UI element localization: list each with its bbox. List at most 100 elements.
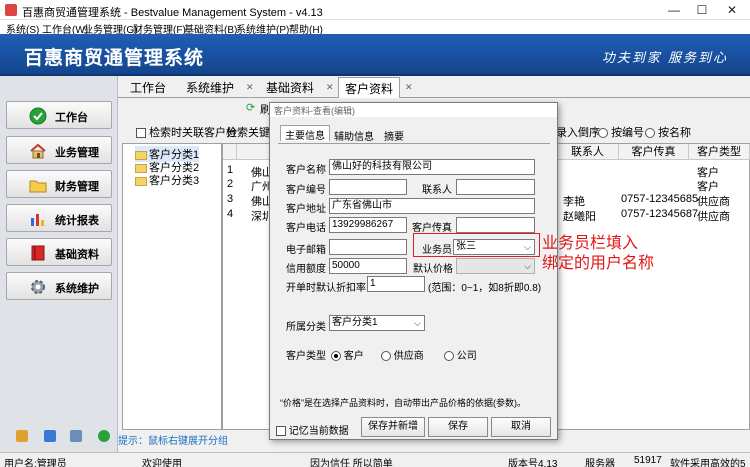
- status-welcome: 欢迎使用: [142, 459, 182, 467]
- nav-basic-data[interactable]: 基础资料: [6, 238, 112, 266]
- discount-label: 开单时默认折扣率: [286, 283, 366, 294]
- table-cell[interactable]: 赵曦阳: [563, 208, 596, 224]
- dialog-tab-main[interactable]: 主要信息: [280, 125, 330, 142]
- check-icon: [29, 107, 47, 125]
- row-number: 3: [227, 193, 234, 205]
- code-field[interactable]: [329, 179, 407, 195]
- grid-header-index: [223, 144, 237, 160]
- code-label: 客户编号: [286, 185, 326, 196]
- left-nav: 工作台 业务管理 财务管理 统计报表 基础资料 系统维护: [0, 76, 118, 454]
- grid-header-contact[interactable]: 联系人: [557, 144, 619, 160]
- by-name-radio[interactable]: 按名称: [645, 124, 691, 140]
- discount-field[interactable]: 1: [367, 276, 425, 292]
- exit-icon[interactable]: [98, 430, 110, 442]
- folder-icon: [135, 176, 147, 186]
- type-option-label: 客户: [343, 351, 364, 362]
- grid-header-type[interactable]: 客户类型: [689, 144, 750, 160]
- type-radio-supplier[interactable]: 供应商: [381, 347, 424, 362]
- annotation-text: 业务员栏填入 绑定的用户名称: [542, 233, 654, 273]
- tab-workbench[interactable]: 工作台: [130, 79, 166, 96]
- tab-close-icon[interactable]: ✕: [326, 82, 334, 93]
- nav-business[interactable]: 业务管理: [6, 136, 112, 164]
- phone-field[interactable]: 13929986267: [329, 217, 407, 233]
- price-select[interactable]: ⌵: [456, 258, 535, 274]
- banner-slogan: 功夫到家 服务到心: [601, 51, 728, 66]
- nav-reports[interactable]: 统计报表: [6, 204, 112, 232]
- category-label: 所属分类: [286, 322, 326, 333]
- category-filter-checkbox[interactable]: 检索时关联客户分: [136, 124, 237, 140]
- tree-item[interactable]: 客户分类3: [135, 172, 199, 188]
- address-field[interactable]: 广东省佛山市: [329, 198, 535, 214]
- fax-field[interactable]: [456, 217, 535, 233]
- status-server-value: 51917: [634, 455, 662, 466]
- tab-close-icon[interactable]: ✕: [246, 82, 254, 93]
- row-number: 2: [227, 178, 234, 190]
- category-select[interactable]: 客户分类1 ⌵: [329, 315, 425, 331]
- tab-bar: 工作台 系统维护 ✕ 基础资料 ✕ 客户资料 ✕: [118, 76, 750, 98]
- dialog-tab-aux[interactable]: 辅助信息: [330, 127, 378, 143]
- price-label: 默认价格: [413, 264, 453, 275]
- name-field[interactable]: 佛山好的科技有限公司: [329, 159, 535, 175]
- chevron-down-icon: ⌵: [414, 318, 421, 328]
- reverse-order-label: 录入倒序: [556, 127, 600, 139]
- dialog-pane: 客户名称 佛山好的科技有限公司 客户编号 联系人 客户地址 广东省佛山市 客户电…: [278, 143, 550, 408]
- type-radio-customer[interactable]: 客户: [331, 347, 364, 362]
- nav-workbench[interactable]: 工作台: [6, 101, 112, 129]
- tab-maintenance[interactable]: 系统维护: [186, 79, 234, 96]
- nav-maintenance[interactable]: 系统维护: [6, 272, 112, 300]
- title-bar: 百惠商贸通管理系统 - Bestvalue Management System …: [0, 0, 750, 20]
- tab-basic-data[interactable]: 基础资料: [266, 79, 314, 96]
- remember-checkbox[interactable]: 记忆当前数据: [276, 422, 349, 437]
- status-user: 用户名:管理员: [4, 459, 67, 467]
- nav-label: 基础资料: [55, 249, 99, 261]
- contact-field[interactable]: [456, 179, 535, 195]
- status-desc: 软件采用高效的5: [670, 459, 746, 467]
- maximize-button[interactable]: ☐: [690, 2, 714, 18]
- chart-icon: [31, 214, 44, 226]
- table-cell[interactable]: 0757-12345687: [621, 208, 698, 220]
- book-icon: [31, 245, 45, 261]
- dialog-tab-summary[interactable]: 摘要: [380, 127, 408, 143]
- lock-icon[interactable]: [16, 430, 28, 442]
- refresh-icon[interactable]: ⟳: [246, 101, 255, 114]
- save-new-button[interactable]: 保存并新增: [361, 417, 425, 437]
- table-cell[interactable]: 客户: [697, 178, 719, 194]
- credit-field[interactable]: 50000: [329, 258, 407, 274]
- annotation-line: 绑定的用户名称: [542, 253, 655, 272]
- monitor-icon[interactable]: [70, 430, 82, 442]
- customer-dialog: 客户资料-查看(编辑) 主要信息 辅助信息 摘要 客户名称 佛山好的科技有限公司…: [269, 102, 558, 440]
- email-field[interactable]: [329, 239, 407, 255]
- type-option-label: 供应商: [393, 351, 424, 362]
- save-button[interactable]: 保存: [428, 417, 488, 437]
- home-icon: [30, 143, 46, 159]
- cancel-button[interactable]: 取消: [491, 417, 551, 437]
- annotation-highlight: [413, 233, 540, 257]
- table-cell[interactable]: 供应商: [697, 193, 730, 209]
- hint-text: 提示：鼠标右键展开分组: [118, 436, 228, 446]
- status-motto: 因为信任 所以简单: [310, 459, 393, 467]
- grid-header-col: [237, 144, 271, 160]
- table-cell[interactable]: 供应商: [697, 208, 730, 224]
- category-value: 客户分类1: [332, 317, 378, 328]
- by-code-radio[interactable]: 按编号: [598, 124, 644, 140]
- minimize-button[interactable]: —: [662, 2, 686, 18]
- nav-finance[interactable]: 财务管理: [6, 170, 112, 198]
- tab-close-icon[interactable]: ✕: [405, 82, 413, 93]
- nav-label: 业务管理: [55, 147, 99, 159]
- help-icon[interactable]: [44, 430, 56, 442]
- table-cell[interactable]: 0757-12345685: [621, 193, 698, 205]
- by-code-label: 按编号: [611, 127, 645, 139]
- nav-label: 统计报表: [55, 215, 99, 227]
- table-cell[interactable]: 李艳: [563, 193, 585, 209]
- tab-customer[interactable]: 客户资料: [338, 77, 401, 98]
- type-radio-company[interactable]: 公司: [444, 347, 477, 362]
- name-label: 客户名称: [286, 165, 326, 176]
- app-icon: [5, 4, 17, 16]
- close-button[interactable]: ✕: [720, 2, 744, 18]
- contact-label: 联系人: [422, 185, 452, 196]
- grid-header-fax[interactable]: 客户传真: [619, 144, 689, 160]
- category-tree: 客户分类1 客户分类2 客户分类3: [122, 143, 222, 430]
- category-filter-label: 检索时关联客户分: [149, 127, 238, 139]
- by-name-label: 按名称: [658, 127, 692, 139]
- email-label: 电子邮箱: [286, 245, 326, 256]
